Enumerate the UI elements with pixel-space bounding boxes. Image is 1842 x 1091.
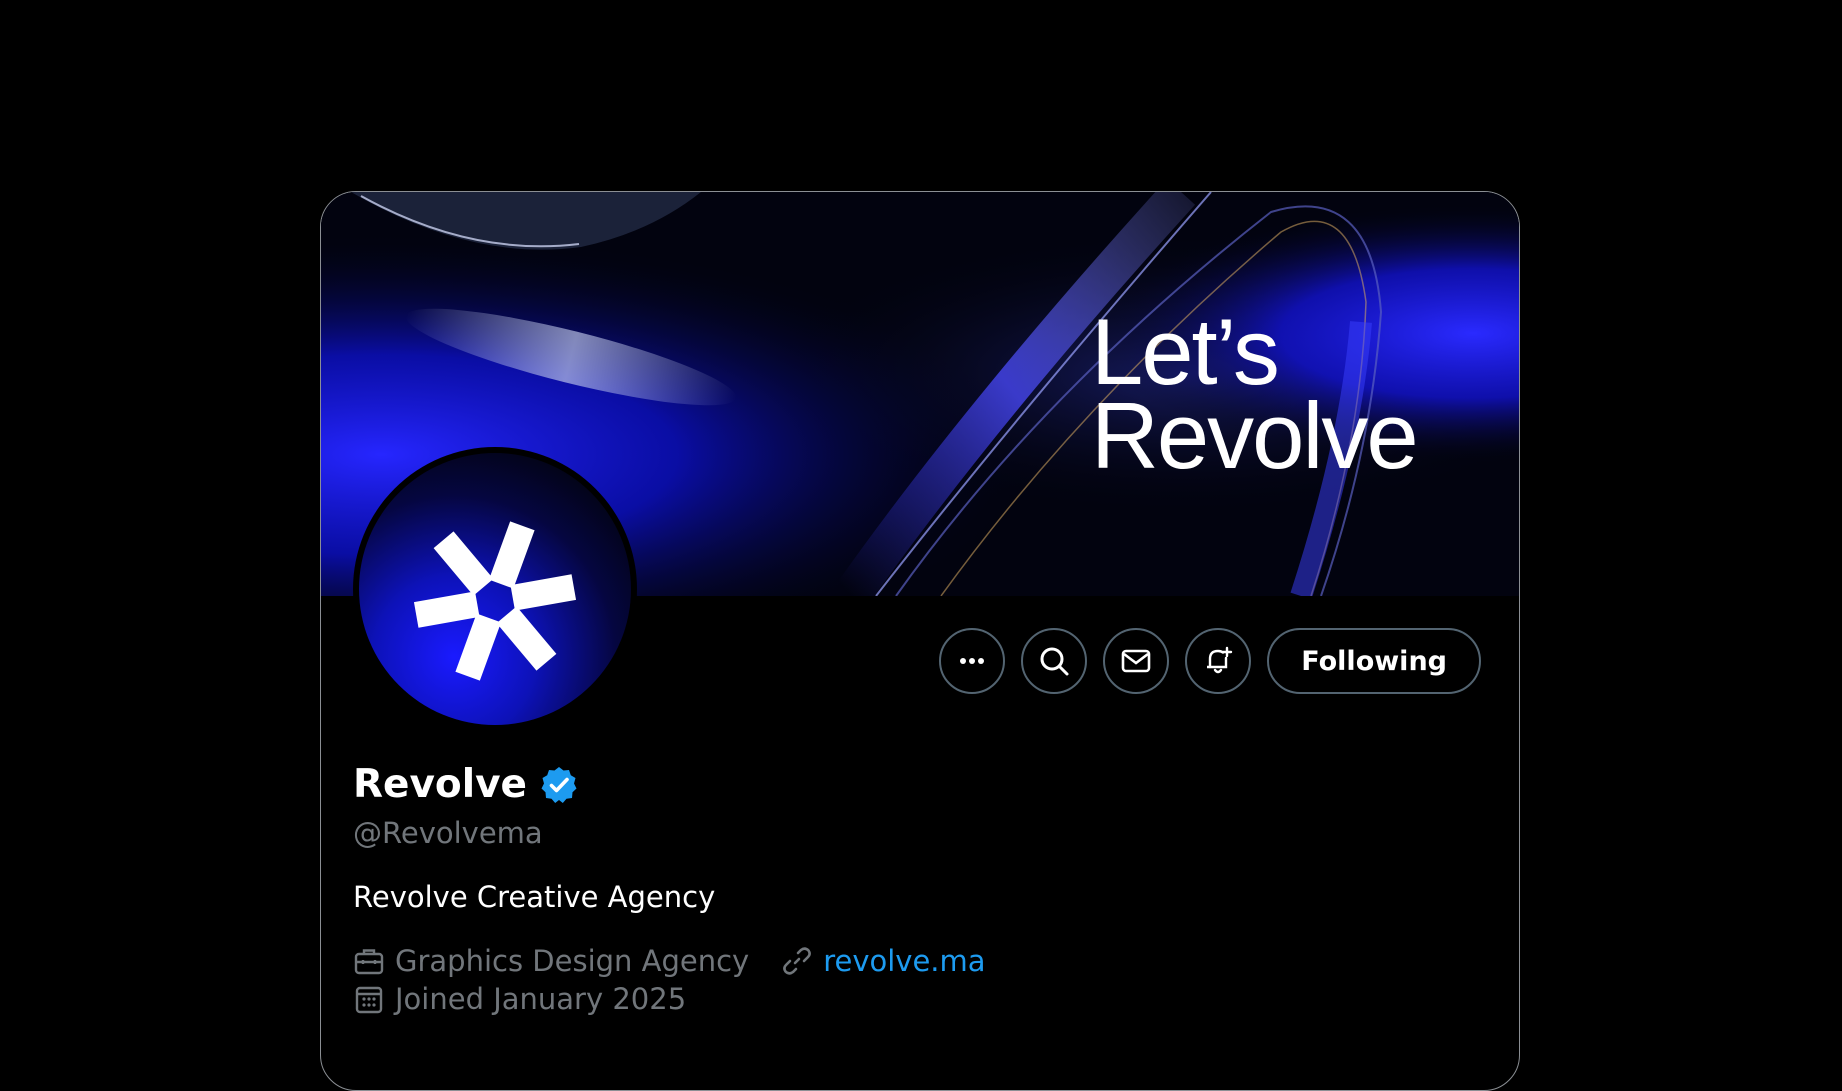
banner-headline: Let’s Revolve [1091, 299, 1419, 488]
profile-card: Let’s Revolve Following Revolve @Revolve… [320, 191, 1520, 1091]
profile-website-link[interactable]: revolve.ma [823, 944, 985, 978]
envelope-icon [1121, 649, 1151, 673]
link-icon [781, 945, 813, 977]
profile-avatar[interactable] [353, 447, 637, 731]
banner-headline-line2: Revolve [1091, 383, 1419, 488]
profile-category-label: Graphics Design Agency [395, 944, 750, 978]
meta-row-1: Graphics Design Agency revolve.ma [353, 942, 1018, 980]
profile-meta: Graphics Design Agency revolve.ma Joined… [353, 942, 1018, 1018]
profile-name: Revolve [353, 762, 527, 807]
profile-handle: @Revolvema [353, 816, 543, 850]
revolve-logo-icon [413, 521, 577, 681]
bell-plus-icon [1207, 646, 1233, 674]
profile-website[interactable]: revolve.ma [781, 944, 986, 978]
message-button[interactable] [1103, 628, 1170, 694]
profile-name-row: Revolve [353, 762, 579, 807]
briefcase-icon [353, 945, 385, 977]
avatar-image [359, 453, 631, 725]
profile-joined: Joined January 2025 [353, 982, 686, 1016]
more-dots-icon [960, 658, 985, 664]
profile-joined-label: Joined January 2025 [395, 982, 687, 1016]
more-button[interactable] [939, 628, 1006, 694]
calendar-icon [353, 983, 385, 1015]
search-button[interactable] [1021, 628, 1088, 694]
profile-bio: Revolve Creative Agency [353, 880, 716, 914]
search-icon [1040, 647, 1069, 676]
following-button[interactable]: Following [1267, 628, 1481, 694]
notifications-button[interactable] [1185, 628, 1252, 694]
profile-category: Graphics Design Agency [353, 944, 749, 978]
verified-badge-icon[interactable] [539, 765, 579, 805]
banner-headline-line1: Let’s [1091, 299, 1280, 404]
profile-actions: Following [939, 628, 1481, 694]
meta-row-2: Joined January 2025 [353, 980, 1018, 1018]
